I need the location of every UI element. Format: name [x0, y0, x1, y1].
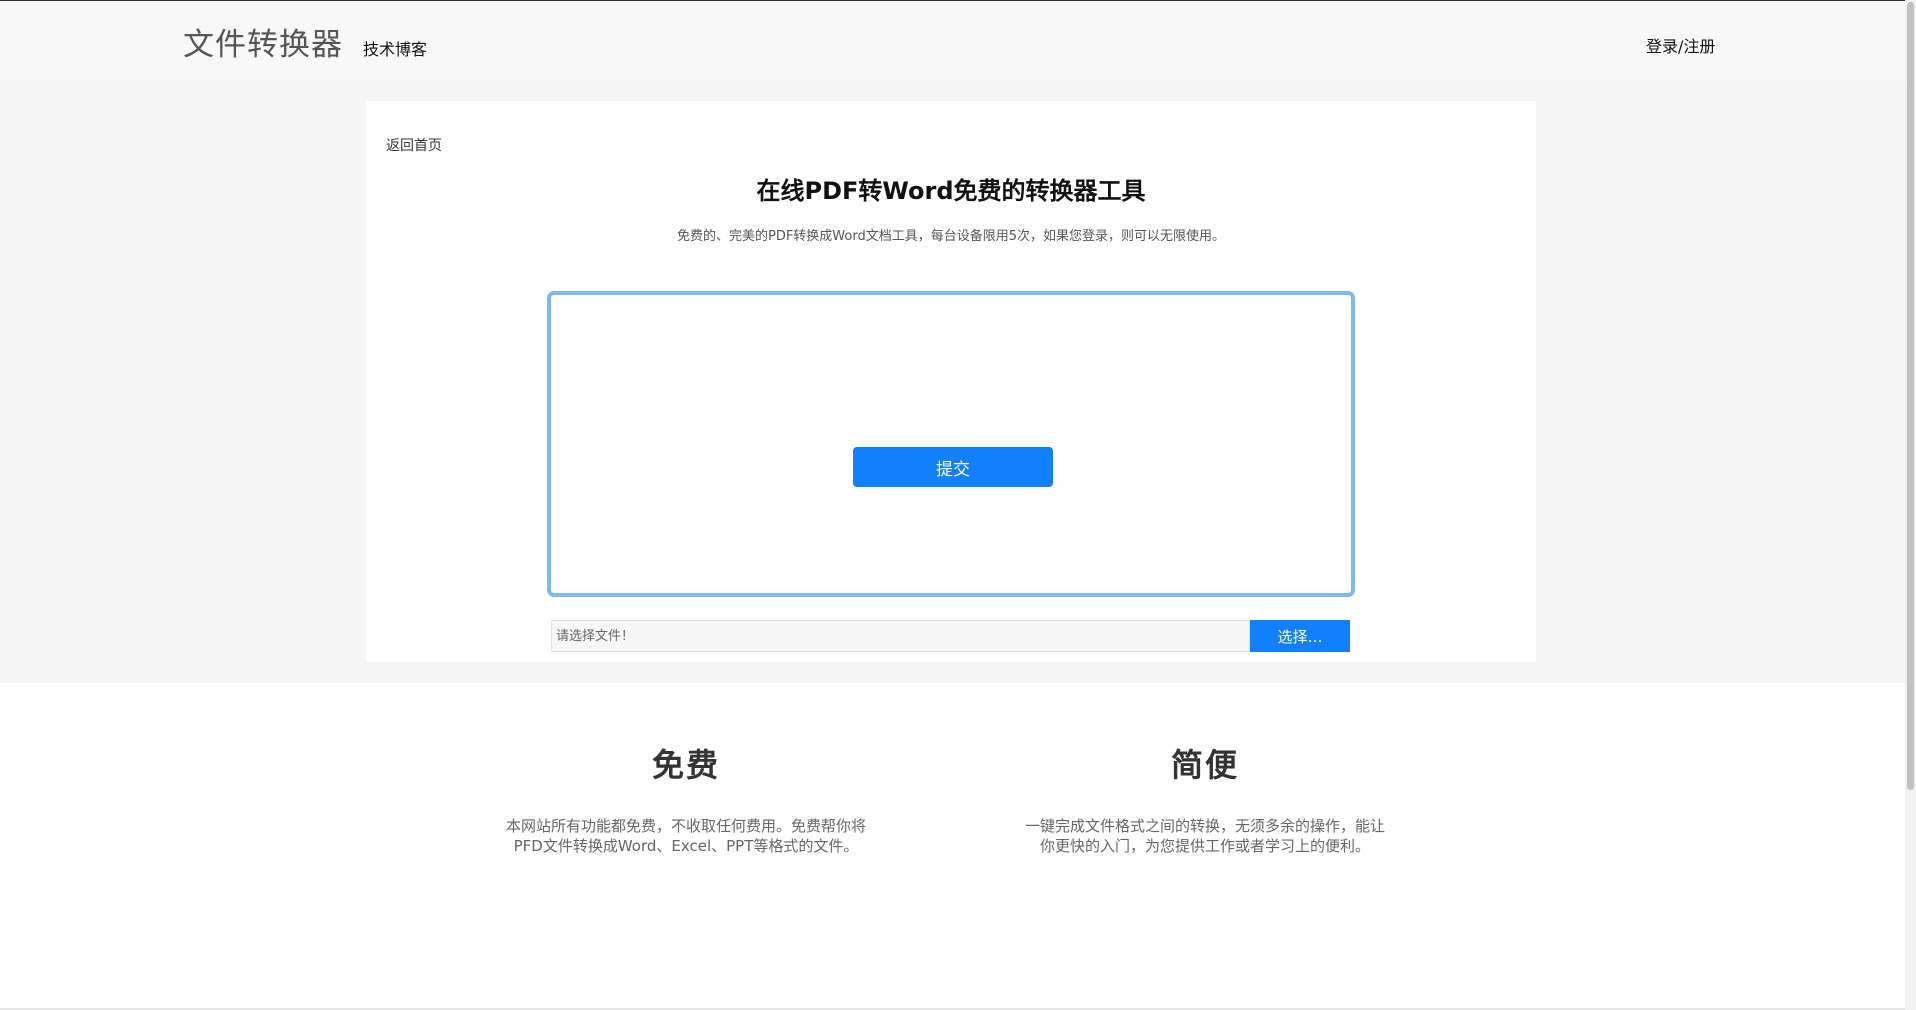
- feature-description: 一键完成文件格式之间的转换，无须多余的操作，能让你更快的入门，为您提供工作或者学…: [1024, 817, 1385, 855]
- feature-title: 简便: [1170, 746, 1239, 784]
- login-register-link[interactable]: 登录/注册: [1646, 33, 1715, 57]
- submit-button[interactable]: 提交: [853, 447, 1053, 487]
- vertical-scrollbar[interactable]: [1905, 0, 1916, 1010]
- choose-file-button[interactable]: 选择…: [1250, 620, 1350, 652]
- file-path-input[interactable]: [551, 620, 1250, 652]
- feature-description: 本网站所有功能都免费，不收取任何费用。免费帮你将PFD文件转换成Word、Exc…: [505, 817, 866, 855]
- feature-free: 免费 本网站所有功能都免费，不收取任何费用。免费帮你将PFD文件转换成Word、…: [486, 740, 886, 856]
- site-logo[interactable]: 文件转换器: [183, 19, 343, 64]
- file-drop-zone[interactable]: 提交: [547, 291, 1355, 597]
- site-header: 文件转换器 技术博客 登录/注册: [0, 1, 1905, 81]
- converter-card: 返回首页 在线PDF转Word免费的转换器工具 免费的、完美的PDF转换成Wor…: [366, 101, 1536, 662]
- file-select-row: 选择…: [551, 620, 1350, 652]
- nav-link-tech-blog[interactable]: 技术博客: [363, 36, 427, 60]
- feature-title: 免费: [651, 746, 720, 784]
- page-title: 在线PDF转Word免费的转换器工具: [756, 177, 1146, 205]
- page: 文件转换器 技术博客 登录/注册 返回首页 在线PDF转Word免费的转换器工具…: [0, 0, 1916, 1010]
- page-subtitle: 免费的、完美的PDF转换成Word文档工具，每台设备限用5次，如果您登录，则可以…: [676, 229, 1225, 244]
- converter-section: 返回首页 在线PDF转Word免费的转换器工具 免费的、完美的PDF转换成Wor…: [0, 81, 1905, 683]
- back-home-link[interactable]: 返回首页: [386, 135, 442, 155]
- scrollbar-thumb[interactable]: [1907, 2, 1914, 790]
- feature-simple: 简便 一键完成文件格式之间的转换，无须多余的操作，能让你更快的入门，为您提供工作…: [1005, 740, 1405, 856]
